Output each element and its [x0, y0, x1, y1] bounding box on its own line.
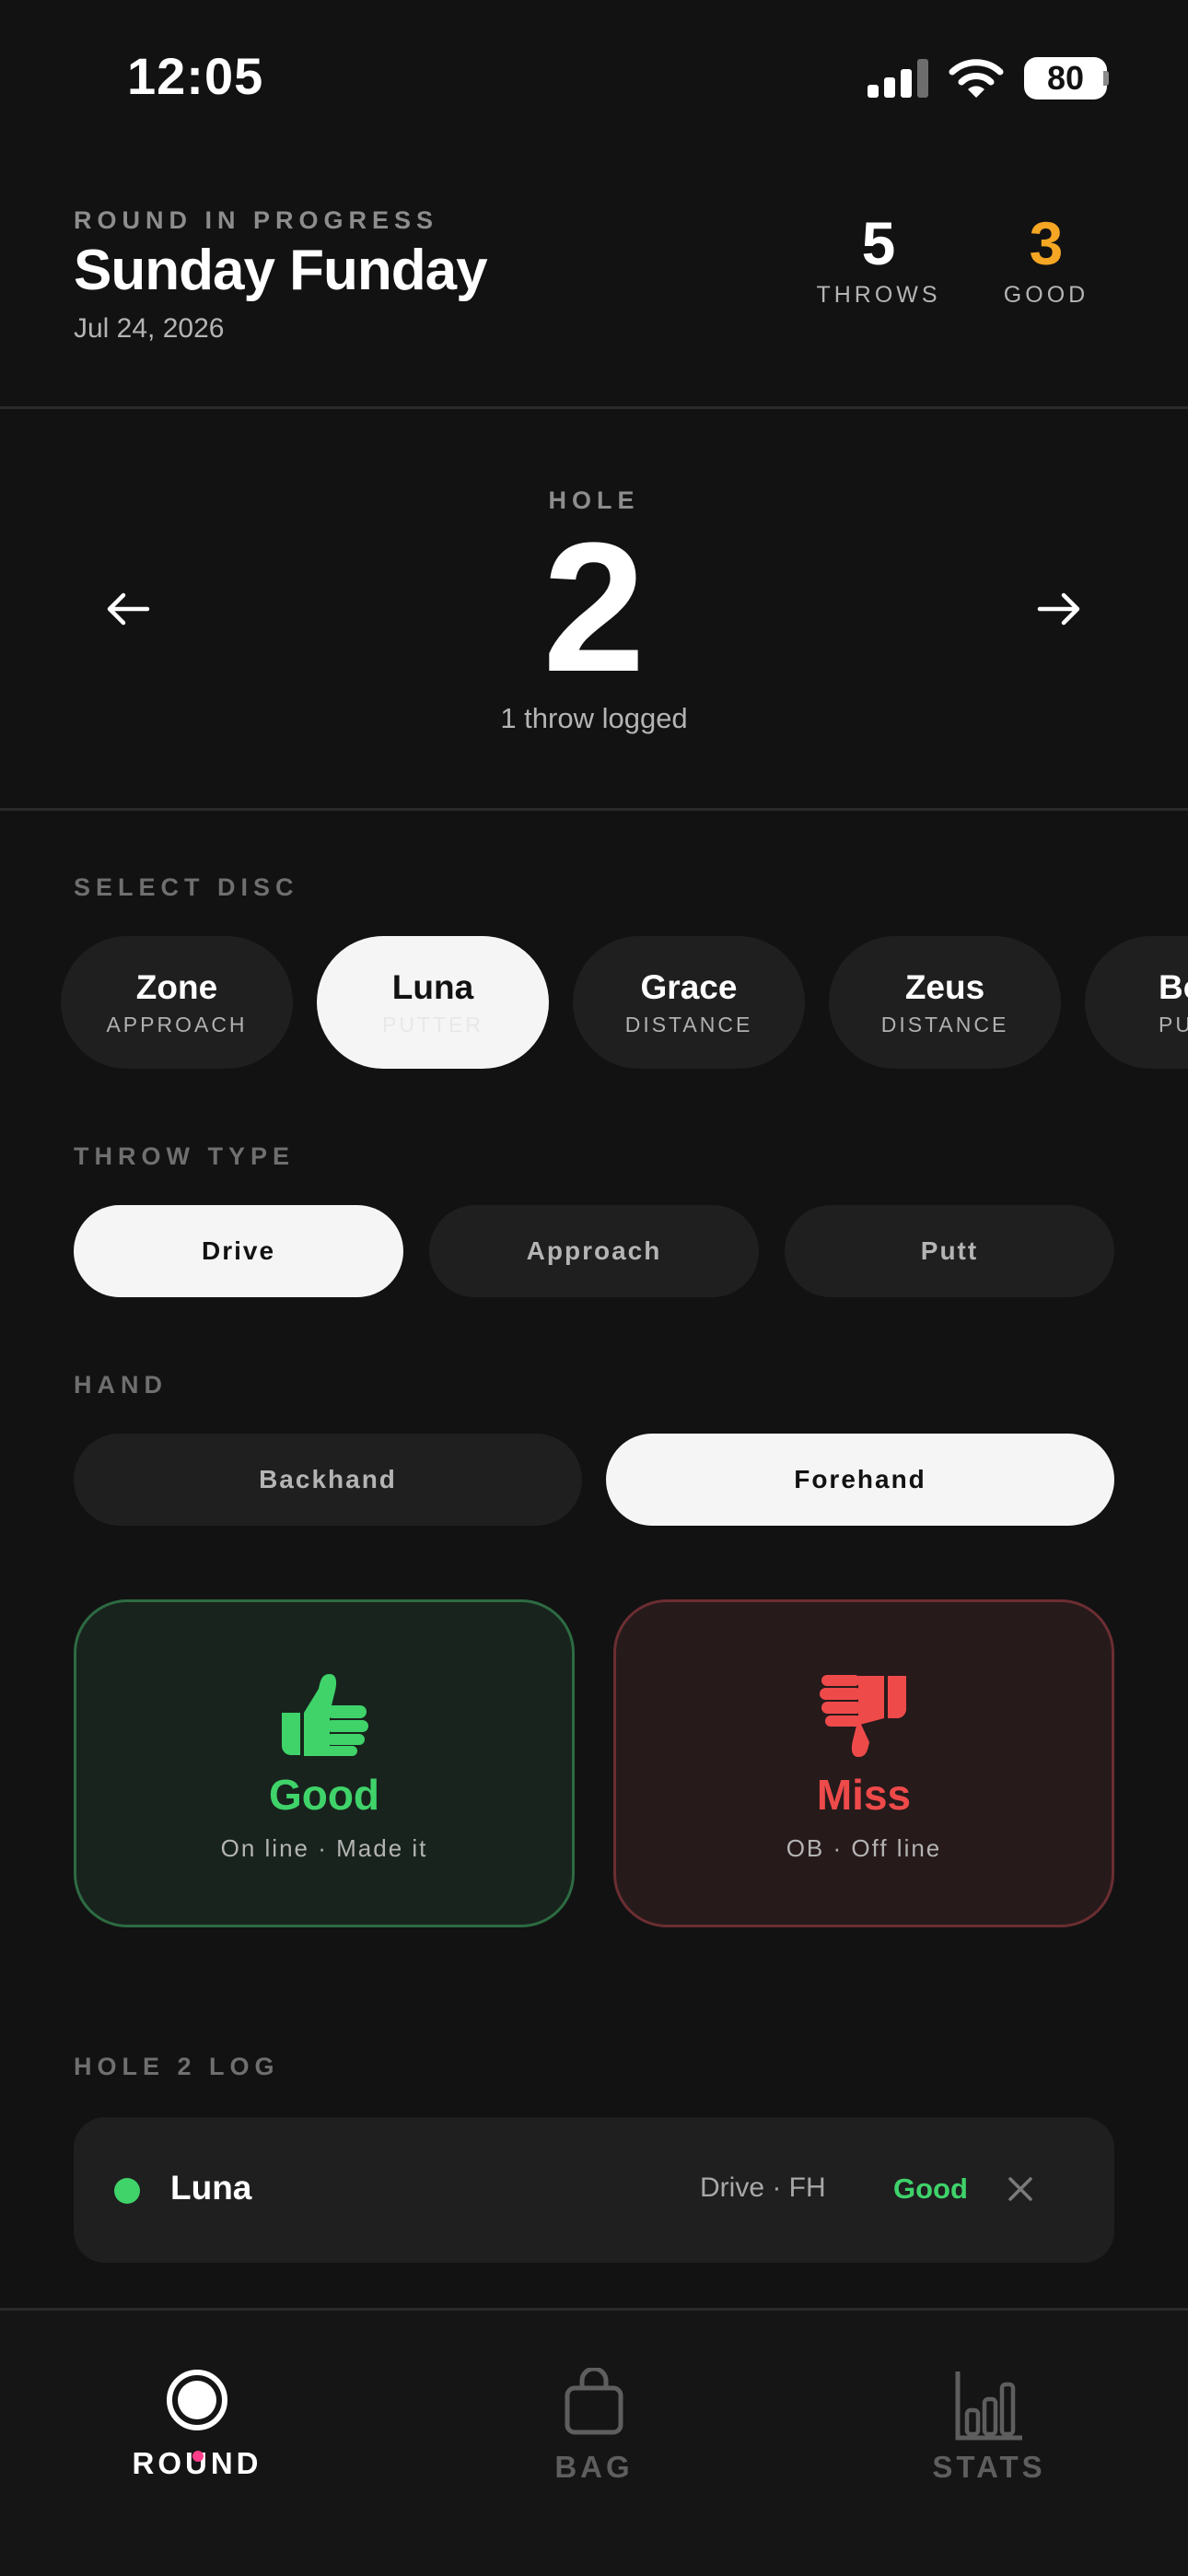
arrow-left-icon [107, 592, 150, 626]
disc-option-luna[interactable]: Luna PUTTER [317, 936, 549, 1069]
cellular-signal-icon [868, 59, 928, 98]
thumbs-up-icon [282, 1674, 368, 1756]
disc-option-partial[interactable]: Bo PU [1085, 936, 1188, 1069]
good-label: GOOD [1003, 282, 1089, 308]
log-disc-name: Luna [170, 2169, 252, 2207]
throw-type-label: THROW TYPE [74, 1142, 295, 1170]
throws-count: 5 [861, 209, 896, 277]
round-date: Jul 24, 2026 [74, 313, 225, 344]
close-icon [1008, 2177, 1032, 2201]
good-count: 3 [1029, 209, 1064, 277]
previous-hole-button[interactable] [91, 572, 165, 646]
round-status-label: ROUND IN PROGRESS [74, 206, 439, 234]
disc-option-zeus[interactable]: Zeus DISTANCE [829, 936, 1061, 1069]
log-entry: Luna Drive · FH Good [74, 2117, 1114, 2263]
good-subtitle: On line · Made it [220, 1834, 428, 1862]
battery-indicator: 80 [1024, 57, 1107, 100]
log-result: Good [893, 2172, 968, 2205]
tab-bag-label: BAG [554, 2450, 634, 2484]
disc-option-grace[interactable]: Grace DISTANCE [573, 936, 805, 1069]
throw-type-putt[interactable]: Putt [785, 1205, 1114, 1297]
throw-type-approach[interactable]: Approach [429, 1205, 759, 1297]
hole-log-label: HOLE 2 LOG [74, 2053, 280, 2080]
disc-name: Zone [135, 967, 218, 1006]
result-dot [114, 2178, 140, 2204]
select-disc-label: SELECT DISC [74, 873, 299, 901]
hand-backhand[interactable]: Backhand [74, 1434, 582, 1526]
active-indicator-dot [192, 2451, 204, 2462]
wifi-icon [949, 57, 1004, 100]
good-outcome-button[interactable]: Good On line · Made it [74, 1599, 575, 1927]
hand-label: HAND [74, 1371, 168, 1399]
stats-icon [955, 2371, 1022, 2441]
throws-label: THROWS [816, 282, 941, 308]
miss-subtitle: OB · Off line [786, 1834, 942, 1862]
arrow-right-icon [1037, 592, 1080, 626]
hole-throw-count: 1 throw logged [500, 702, 688, 734]
header-divider [0, 406, 1188, 409]
disc-type: PUTTER [382, 1012, 483, 1036]
tab-stats-label: STATS [932, 2450, 1046, 2484]
miss-outcome-button[interactable]: Miss OB · Off line [613, 1599, 1114, 1927]
disc-name: Grace [640, 967, 738, 1006]
disc-type: APPROACH [106, 1012, 248, 1036]
battery-tip [1103, 71, 1109, 86]
log-throw-meta: Drive · FH [700, 2172, 826, 2203]
round-title: Sunday Funday [74, 239, 488, 302]
miss-title: Miss [816, 1771, 912, 1819]
status-time: 12:05 [127, 47, 264, 105]
disc-type: DISTANCE [624, 1012, 753, 1036]
tab-stats[interactable]: STATS [851, 2368, 1127, 2485]
disc-type: DISTANCE [880, 1012, 1009, 1036]
tab-round[interactable]: ROUND [59, 2368, 335, 2481]
hole-number: 2 [542, 505, 646, 710]
delete-throw-button[interactable] [1002, 2171, 1039, 2207]
round-icon [167, 2370, 227, 2430]
thumbs-down-icon [820, 1675, 906, 1757]
bag-icon [565, 2366, 623, 2435]
next-hole-button[interactable] [1022, 572, 1096, 646]
throw-type-drive[interactable]: Drive [74, 1205, 403, 1297]
tab-bag[interactable]: BAG [456, 2366, 732, 2485]
hole-divider [0, 808, 1188, 811]
disc-option-zone[interactable]: Zone APPROACH [61, 936, 293, 1069]
good-title: Good [268, 1771, 380, 1819]
tab-bar: ROUND BAG STATS [0, 2308, 1188, 2576]
disc-name: Luna [391, 967, 474, 1006]
disc-name: Bo [1159, 967, 1188, 1006]
hand-forehand[interactable]: Forehand [606, 1434, 1114, 1526]
disc-type: PU [1159, 1012, 1188, 1036]
disc-name: Zeus [904, 967, 985, 1006]
